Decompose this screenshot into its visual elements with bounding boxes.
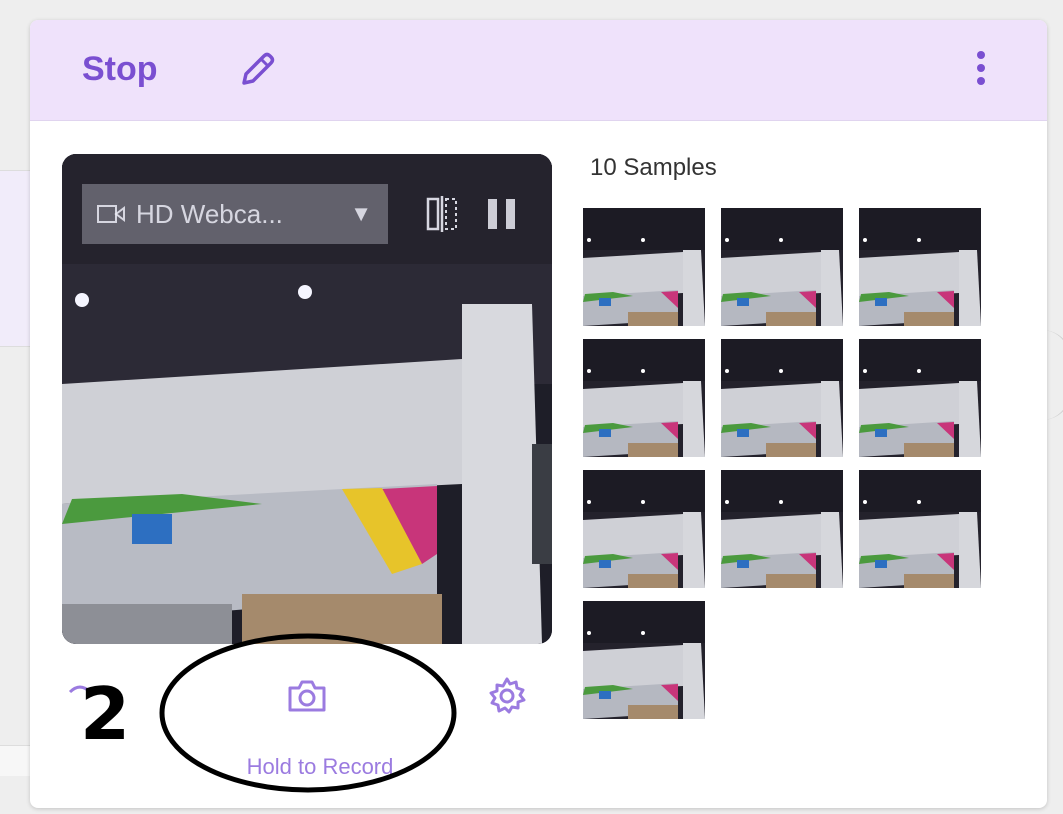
gear-icon[interactable] [485,674,529,718]
video-camera-icon [97,205,125,223]
sample-thumbnail[interactable] [721,470,843,588]
camera-select[interactable]: HD Webca... ▼ [82,184,388,244]
sample-thumbnail[interactable] [583,208,705,326]
sample-thumbnail[interactable] [583,601,705,719]
background-card-strip-bottom [0,745,32,776]
card-header: Stop [30,20,1047,121]
annotation-number: 2 [80,672,131,756]
sample-thumbnail[interactable] [859,470,981,588]
sample-thumbnail[interactable] [583,339,705,457]
kebab-icon[interactable] [970,46,992,92]
sample-thumbnail[interactable] [721,208,843,326]
samples-count: 10 Samples [590,154,717,181]
sample-thumbnail[interactable] [859,208,981,326]
background-card-strip [0,170,32,347]
samples-grid [583,208,993,719]
annotation-ellipse [159,633,457,793]
pencil-icon[interactable] [235,48,279,92]
camera-select-label: HD Webca... [136,198,283,229]
sample-thumbnail[interactable] [721,339,843,457]
class-card: Stop HD Webca... ▼ 2 Hold to Record 10 S… [30,20,1047,808]
flip-icon[interactable] [422,194,462,234]
webcam-preview: HD Webca... ▼ [62,154,552,644]
class-name[interactable]: Stop [82,50,158,89]
triangle-down-icon: ▼ [350,201,372,226]
sample-thumbnail[interactable] [859,339,981,457]
pause-icon[interactable] [482,194,522,234]
sample-thumbnail[interactable] [583,470,705,588]
